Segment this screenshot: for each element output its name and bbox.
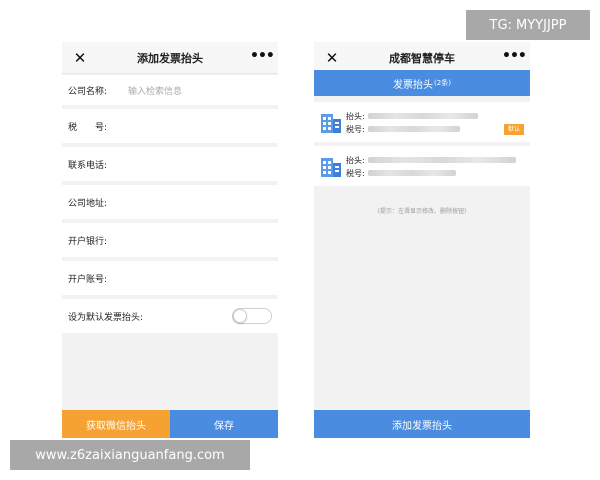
bank-field[interactable]: 开户银行: <box>62 223 278 257</box>
list-item[interactable]: 抬头: 税号: <box>314 146 530 186</box>
tg-watermark: TG: MYYJJPP <box>466 10 590 40</box>
invoice-title-tab[interactable]: 发票抬头 (2条) <box>314 70 530 96</box>
tax-number-field[interactable]: 税 号: <box>62 109 278 143</box>
phone-field[interactable]: 联系电话: <box>62 147 278 181</box>
phone-label: 联系电话: <box>68 160 108 171</box>
close-icon[interactable]: ✕ <box>70 48 90 68</box>
swipe-hint: (提示：左滑显示修改、删除按钮) <box>377 208 467 215</box>
add-invoice-screen: ✕ 添加发票抬头 ••• 公司名称: 输入检索信息 税 号: 联系电话: 公司地… <box>62 42 278 438</box>
address-label: 公司地址: <box>68 198 108 209</box>
building-icon <box>321 114 341 133</box>
toggle-knob <box>233 309 247 323</box>
tab-count: (2条) <box>434 79 451 87</box>
tax-key: 税号: <box>346 125 365 134</box>
company-name-label: 公司名称: <box>68 86 108 97</box>
url-watermark: www.z6zaixianguanfang.com <box>10 440 250 470</box>
invoice-form: 公司名称: 输入检索信息 税 号: 联系电话: 公司地址: 开户银行: 开户账号… <box>62 75 278 337</box>
get-wechat-title-button[interactable]: 获取微信抬头 <box>62 410 170 438</box>
default-toggle-row: 设为默认发票抬头: <box>62 299 278 333</box>
page-title: 添加发票抬头 <box>137 51 203 65</box>
invoice-list-screen: ✕ 成都智慧停车 ••• 发票抬头 (2条) 抬头: 税号: 默认 抬头: 税号… <box>314 42 530 438</box>
default-toggle-switch[interactable] <box>232 308 272 324</box>
company-name-input[interactable]: 输入检索信息 <box>128 84 182 97</box>
building-icon <box>321 158 341 177</box>
blurred-tax-value <box>368 170 456 176</box>
titlebar: ✕ 添加发票抬头 ••• <box>62 42 278 74</box>
tax-key: 税号: <box>346 169 365 178</box>
close-icon[interactable]: ✕ <box>322 48 342 68</box>
header-key: 抬头: <box>346 156 365 165</box>
account-field[interactable]: 开户账号: <box>62 261 278 295</box>
bottom-actions: 获取微信抬头 保存 <box>62 410 278 438</box>
company-name-field[interactable]: 公司名称: 输入检索信息 <box>62 75 278 105</box>
bank-label: 开户银行: <box>68 236 108 247</box>
default-badge: 默认 <box>503 124 524 135</box>
address-field[interactable]: 公司地址: <box>62 185 278 219</box>
page-title: 成都智慧停车 <box>389 51 455 65</box>
account-label: 开户账号: <box>68 274 108 285</box>
tax-number-label: 税 号: <box>68 122 108 133</box>
more-icon[interactable]: ••• <box>250 48 275 68</box>
save-button[interactable]: 保存 <box>170 410 278 438</box>
blurred-header-value <box>368 157 516 163</box>
blurred-tax-value <box>368 126 460 132</box>
default-toggle-label: 设为默认发票抬头: <box>68 312 144 323</box>
add-invoice-title-button[interactable]: 添加发票抬头 <box>314 410 530 438</box>
list-item[interactable]: 抬头: 税号: 默认 <box>314 102 530 142</box>
tab-label: 发票抬头 <box>393 79 434 91</box>
header-key: 抬头: <box>346 112 365 121</box>
more-icon[interactable]: ••• <box>502 48 527 68</box>
blurred-header-value <box>368 113 478 119</box>
